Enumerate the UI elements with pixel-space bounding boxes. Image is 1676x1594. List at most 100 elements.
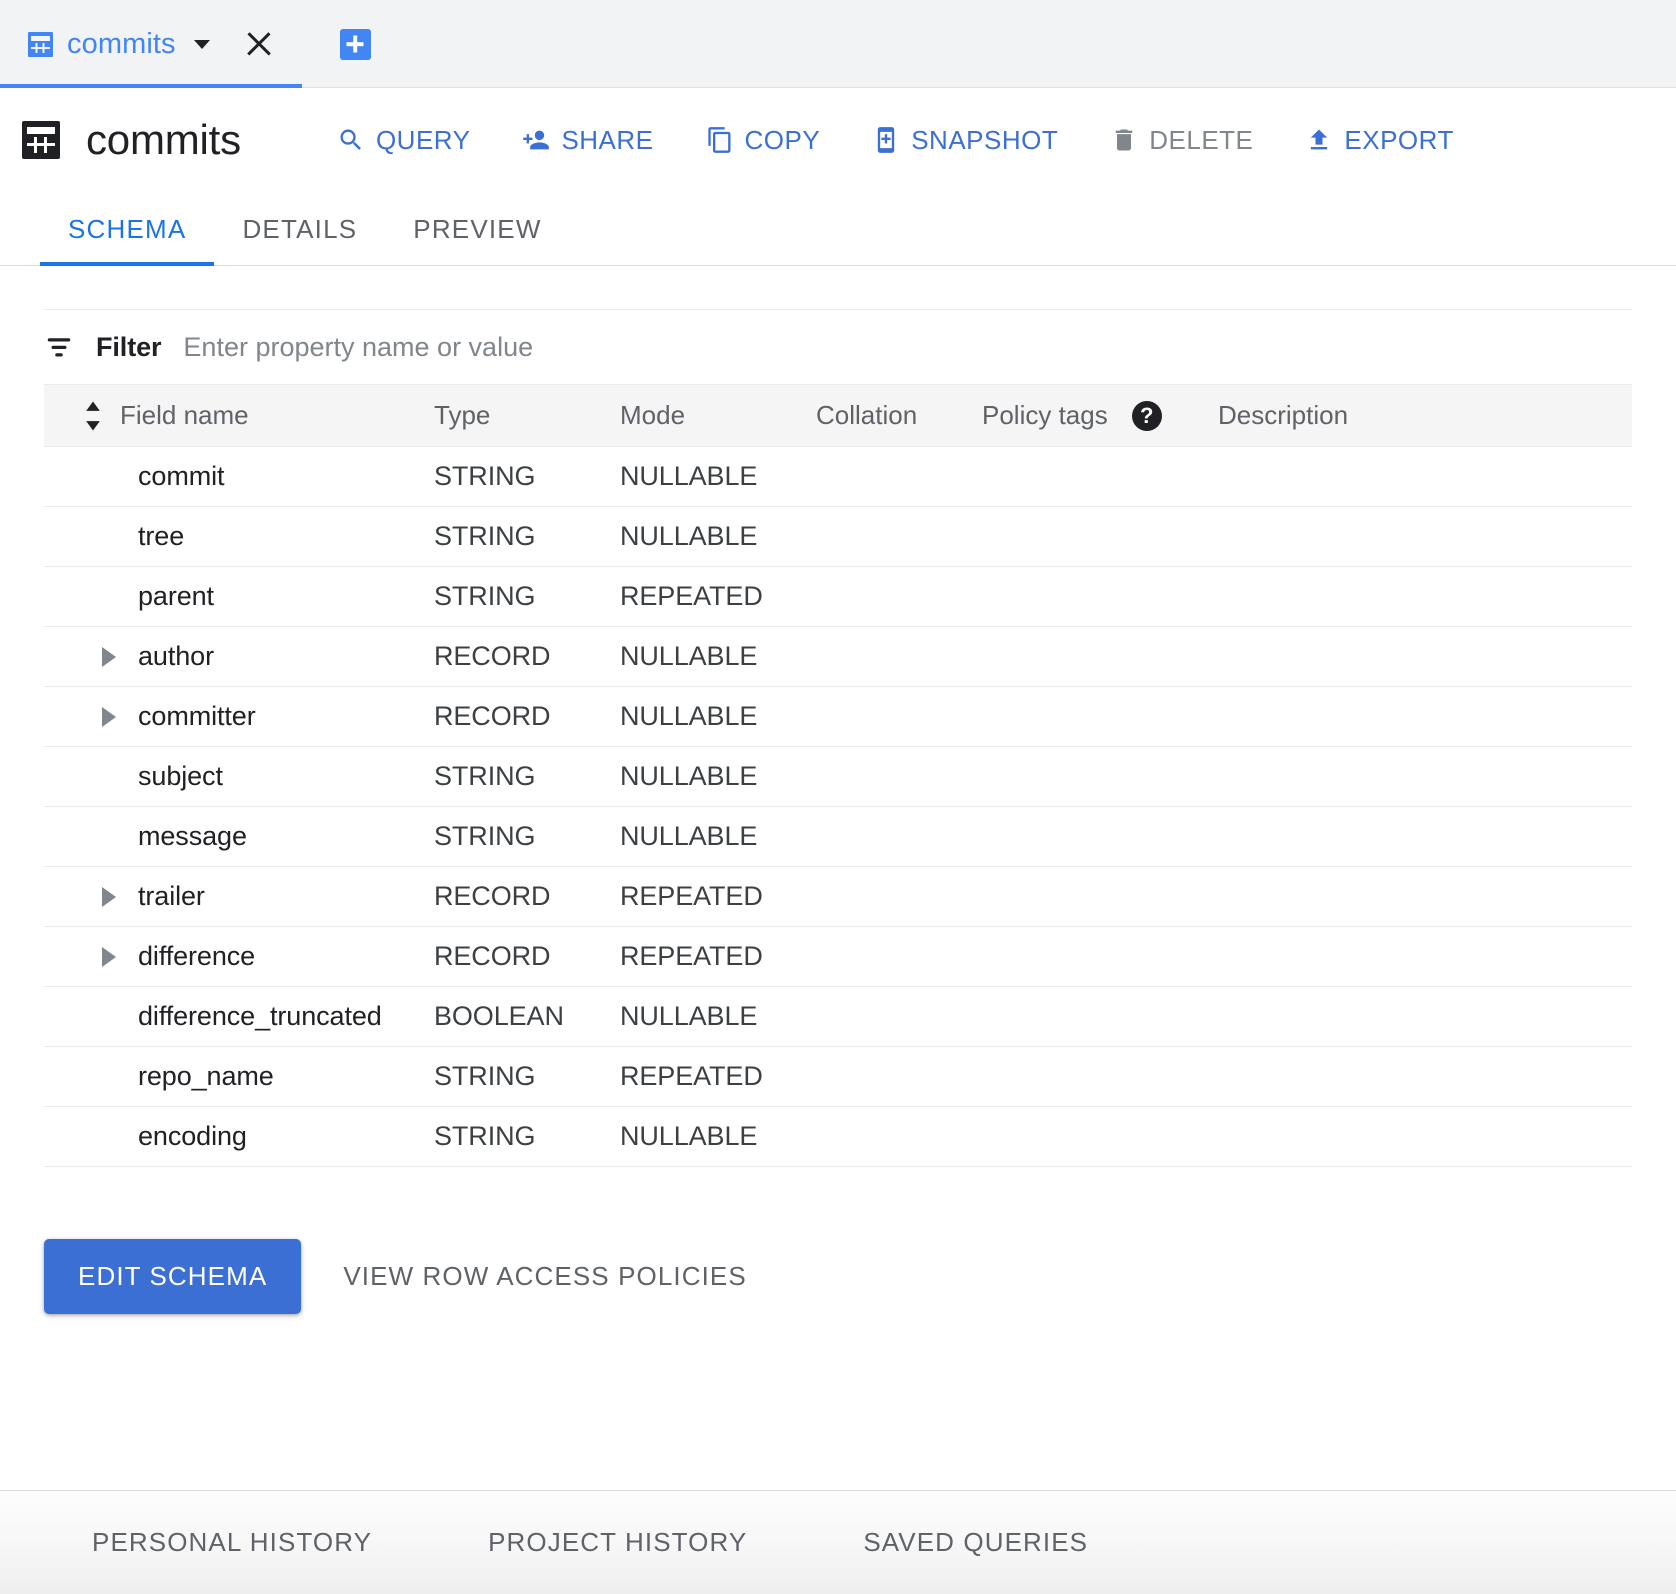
cell-collation (816, 866, 982, 927)
copy-button[interactable]: COPY (680, 115, 847, 166)
expand-triangle-icon[interactable] (92, 946, 126, 967)
cell-policy-tags (982, 446, 1218, 507)
cell-mode: REPEATED (620, 1046, 816, 1107)
expand-triangle-icon (102, 886, 116, 907)
delete-button[interactable]: DELETE (1084, 115, 1279, 166)
column-header-label: Collation (816, 400, 918, 430)
cell-field-name: message (44, 806, 434, 867)
cell-description (1218, 746, 1632, 807)
export-button[interactable]: EXPORT (1279, 115, 1479, 166)
field-name-label: parent (138, 581, 214, 611)
cell-type: RECORD (434, 926, 620, 987)
cell-type: BOOLEAN (434, 986, 620, 1047)
expand-triangle-icon[interactable] (92, 706, 126, 727)
table-action-toolbar: QUERY SHARE COPY SNAPSHOT DELETE EXPORT (311, 115, 1480, 166)
cell-collation (816, 626, 982, 687)
filter-label: Filter (96, 331, 162, 362)
expand-triangle-icon[interactable] (92, 646, 126, 667)
bottom-tab-saved-queries[interactable]: SAVED QUERIES (807, 1527, 1148, 1558)
table-row[interactable]: subject STRING NULLABLE (44, 746, 1632, 807)
table-row[interactable]: trailer RECORD REPEATED (44, 866, 1632, 927)
column-header-type[interactable]: Type (434, 384, 620, 447)
schema-table: Field name Type Mode Collation Policy ta… (44, 384, 1632, 1167)
edit-schema-button[interactable]: EDIT SCHEMA (44, 1239, 302, 1314)
help-icon[interactable]: ? (1131, 400, 1162, 431)
cell-mode: NULLABLE (620, 746, 816, 807)
person-add-icon (523, 130, 550, 150)
table-row[interactable]: message STRING NULLABLE (44, 806, 1632, 867)
share-button[interactable]: SHARE (496, 115, 679, 166)
upload-icon (1311, 129, 1328, 150)
tab-details[interactable]: DETAILS (214, 214, 385, 265)
cell-policy-tags (982, 986, 1218, 1047)
table-row[interactable]: commit STRING NULLABLE (44, 446, 1632, 507)
cell-policy-tags (982, 1046, 1218, 1107)
cell-type: STRING (434, 506, 620, 567)
cell-collation (816, 1106, 982, 1167)
bottom-tab-project-history[interactable]: PROJECT HISTORY (432, 1527, 807, 1558)
cell-description (1218, 566, 1632, 627)
column-header-policy-tags[interactable]: Policy tags ? (982, 384, 1218, 447)
tab-strip: commits (0, 0, 1676, 88)
document-tab-commits[interactable]: commits (0, 0, 302, 88)
field-name-label: author (138, 641, 214, 671)
snapshot-button[interactable]: SNAPSHOT (846, 115, 1084, 166)
cell-mode: NULLABLE (620, 806, 816, 867)
column-header-collation[interactable]: Collation (816, 384, 982, 447)
plus-icon[interactable] (339, 28, 371, 60)
table-row[interactable]: difference RECORD REPEATED (44, 926, 1632, 987)
cell-description (1218, 506, 1632, 567)
table-row[interactable]: parent STRING REPEATED (44, 566, 1632, 627)
filter-icon[interactable] (44, 332, 74, 362)
cell-mode: NULLABLE (620, 1106, 816, 1167)
cell-mode: REPEATED (620, 926, 816, 987)
table-row[interactable]: repo_name STRING REPEATED (44, 1046, 1632, 1107)
trash-icon (1116, 129, 1133, 151)
bottom-tab-personal-history[interactable]: PERSONAL HISTORY (92, 1527, 432, 1558)
filter-input[interactable] (183, 327, 1632, 367)
table-row[interactable]: author RECORD NULLABLE (44, 626, 1632, 687)
sort-arrows-icon[interactable] (80, 399, 106, 433)
schema-table-header: Field name Type Mode Collation Policy ta… (44, 384, 1632, 447)
cell-field-name: trailer (44, 866, 434, 927)
column-header-label: Field name (120, 400, 249, 430)
page-title: commits (86, 116, 241, 163)
column-header-label: Description (1218, 400, 1349, 430)
tab-schema[interactable]: SCHEMA (40, 214, 215, 266)
query-button-label: QUERY (375, 124, 471, 155)
cell-policy-tags (982, 746, 1218, 807)
field-name-label: encoding (138, 1121, 247, 1151)
cell-mode: REPEATED (620, 566, 816, 627)
close-icon[interactable] (242, 27, 276, 61)
cell-field-name: committer (44, 686, 434, 747)
table-icon (22, 121, 60, 159)
field-name-label: subject (138, 761, 223, 791)
table-row[interactable]: tree STRING NULLABLE (44, 506, 1632, 567)
table-row[interactable]: encoding STRING NULLABLE (44, 1106, 1632, 1167)
cell-description (1218, 1106, 1632, 1167)
view-row-access-policies-button[interactable]: VIEW ROW ACCESS POLICIES (315, 1239, 774, 1314)
cell-type: STRING (434, 806, 620, 867)
share-button-label: SHARE (561, 124, 654, 155)
field-name-label: difference (138, 941, 256, 971)
query-button[interactable]: QUERY (311, 115, 497, 166)
column-header-field-name[interactable]: Field name (44, 384, 434, 447)
chevron-down-icon[interactable] (193, 39, 210, 49)
table-row[interactable]: difference_truncated BOOLEAN NULLABLE (44, 986, 1632, 1047)
cell-policy-tags (982, 806, 1218, 867)
cell-type: RECORD (434, 686, 620, 747)
tab-preview[interactable]: PREVIEW (385, 214, 569, 265)
cell-type: STRING (434, 746, 620, 807)
column-header-description[interactable]: Description (1218, 384, 1632, 447)
cell-field-name: subject (44, 746, 434, 807)
cell-policy-tags (982, 686, 1218, 747)
column-header-label: Type (434, 400, 491, 430)
schema-table-body: commit STRING NULLABLE tree STRING NULLABLE pa… (44, 446, 1632, 1167)
expand-triangle-icon[interactable] (92, 886, 126, 907)
cell-description (1218, 446, 1632, 507)
column-header-mode[interactable]: Mode (620, 384, 816, 447)
table-row[interactable]: committer RECORD NULLABLE (44, 686, 1632, 747)
column-header-label: Policy tags (982, 400, 1108, 430)
cell-field-name: difference_truncated (44, 986, 434, 1047)
page-header: commits QUERY SHARE COPY SNAPSHOT DELETE… (0, 88, 1676, 192)
